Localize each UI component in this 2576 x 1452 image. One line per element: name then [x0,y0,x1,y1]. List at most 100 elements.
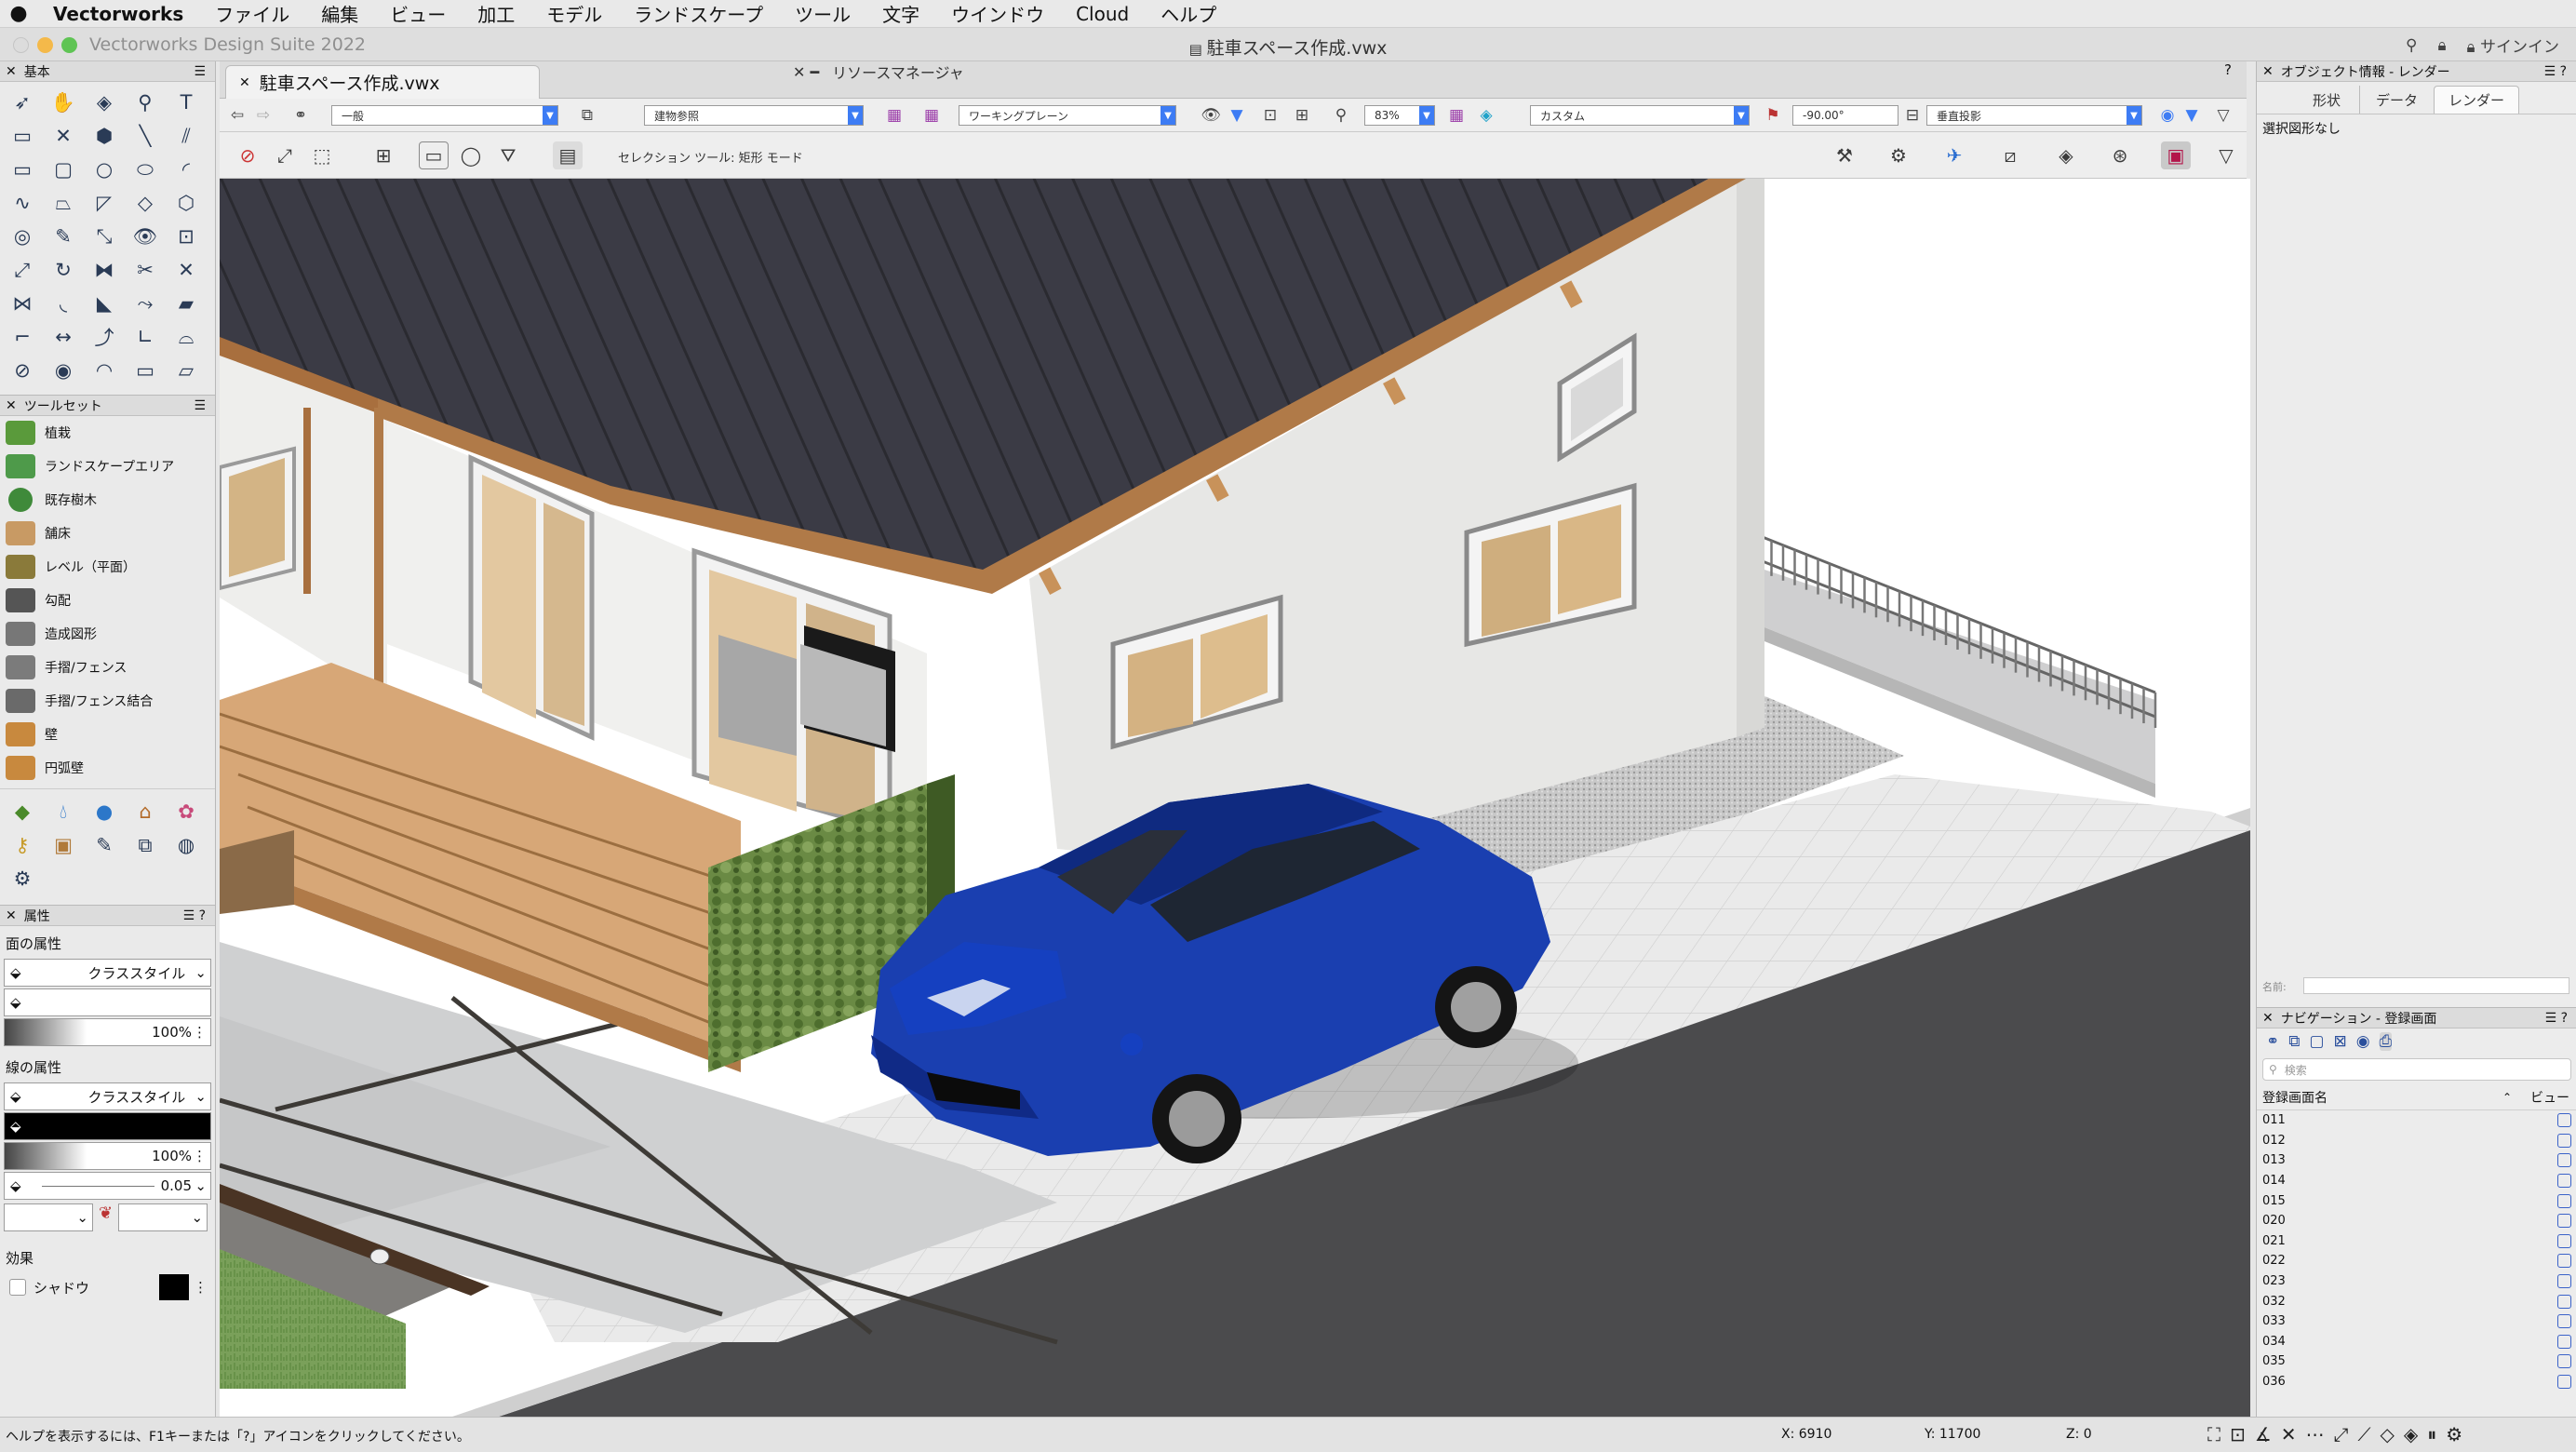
pan-tool-icon[interactable]: ✋ [43,86,84,119]
key-icon[interactable]: ⚷ [2,828,43,862]
visibility-menu-icon[interactable]: ▼ [1225,104,1249,127]
selection-tool-icon[interactable]: ➶ [2,86,43,119]
double-line-tool-icon[interactable]: ⫽ [166,119,207,153]
tab-shape[interactable]: 形状 [2294,86,2359,114]
saved-views-icon[interactable]: ◉ [2356,1032,2370,1051]
line-style-dropdown[interactable]: ⬙ クラススタイル ⌄ [4,1082,211,1110]
spiral-tool-icon[interactable]: ◎ [2,220,43,253]
list-item[interactable]: 021 [2257,1231,2576,1252]
view-icon[interactable] [2557,1274,2571,1289]
class-dropdown[interactable]: 一般 ▼ [331,105,558,126]
toolset-item[interactable]: 手摺/フェンス結合 [0,684,215,718]
drawing-area[interactable] [220,179,2250,1417]
lasso-mode-icon[interactable]: ◯ [456,141,486,169]
list-item[interactable]: 022 [2257,1251,2576,1271]
text-tool-icon[interactable]: T [166,86,207,119]
forward-icon[interactable]: ⇨ [251,104,275,127]
list-item[interactable]: 020 [2257,1211,2576,1231]
3d-locus-tool-icon[interactable]: ⬢ [84,119,125,153]
snap-intersection-icon[interactable]: ✕ [2281,1423,2297,1445]
freehand-tool-icon[interactable]: ∿ [2,186,43,220]
name-field[interactable] [2303,977,2569,994]
circle-tool-icon[interactable]: ○ [84,153,125,186]
view-icon[interactable] [2557,1153,2571,1168]
close-icon[interactable]: ✕ [2262,64,2274,79]
snap-edge-icon[interactable]: ⟋ [2357,1423,2370,1445]
view-bar-menu-icon[interactable]: ▽ [2211,104,2235,127]
split-tool-icon[interactable]: ✂ [125,253,166,287]
snap-angle-icon[interactable]: ∡ [2255,1423,2272,1445]
visibility-tool-icon[interactable]: 👁︎ [125,220,166,253]
view-icon[interactable] [2557,1193,2571,1208]
sort-ascending-icon[interactable]: ⌃ [2502,1091,2512,1104]
flyover-tool-icon[interactable]: ◈ [84,86,125,119]
list-item[interactable]: 032 [2257,1291,2576,1311]
constraint-icon[interactable]: ⧄ [1995,141,2025,169]
back-icon[interactable]: ⇦ [225,104,249,127]
document-tab[interactable]: ✕ 駐車スペース作成.vwx [225,65,540,99]
fill-opacity-field[interactable]: 100% ⋮ [4,1018,211,1046]
fill-style-dropdown[interactable]: ⬙ クラススタイル ⌄ [4,959,211,987]
tab-render[interactable]: レンダー [2434,86,2519,114]
gear-menu-icon[interactable]: ⚙ [1884,141,1913,169]
menu-cloud[interactable]: Cloud [1060,3,1145,25]
shadow-checkbox[interactable] [9,1279,26,1296]
menu-view[interactable]: ビュー [374,0,462,27]
list-item[interactable]: 012 [2257,1131,2576,1151]
shadow-menu-icon[interactable]: ⋮ [194,1279,208,1296]
rectangle-tool-icon[interactable]: ▭ [2,153,43,186]
attribute-mapping-tool-icon[interactable]: ⤡ [84,220,125,253]
double-polygon-tool-icon[interactable]: ◇ [125,186,166,220]
view-icon[interactable] [2557,1334,2571,1349]
menu-file[interactable]: ファイル [199,0,305,27]
view-icon[interactable] [2557,1133,2571,1148]
settings-icon[interactable]: ⚙ [2,862,43,895]
marker-link-icon[interactable]: ❦ [99,1203,113,1231]
eyedropper-tool-icon[interactable]: ✎ [43,220,84,253]
toolset-item[interactable]: レベル（平面） [0,550,215,584]
close-icon[interactable]: ✕ [6,398,17,413]
render-icon[interactable]: ◍ [166,828,207,862]
plane-mode-alt-icon[interactable]: ▦ [919,104,944,127]
menu-text[interactable]: 文字 [866,0,935,27]
polyline-tool-icon[interactable]: ⏢ [43,186,84,220]
transform-mode-icon[interactable]: ⤢ [270,141,300,169]
polygon-mode-icon[interactable]: ⛛ [493,141,523,169]
snap-distance-icon[interactable]: ⋯ [2305,1423,2324,1445]
list-item[interactable]: 034 [2257,1332,2576,1352]
layers-icon[interactable]: ⧉ [2288,1032,2300,1051]
lock-icon[interactable]: 🔒︎ [2438,36,2447,55]
snap-icon[interactable]: ⚒ [1830,141,1859,169]
light-icon[interactable]: ⚑ [1761,104,1785,127]
layers-icon[interactable]: ⧉ [125,828,166,862]
view-icon[interactable] [2557,1294,2571,1309]
layer-dropdown[interactable]: 建物参照 ▼ [644,105,864,126]
tool-help-icon[interactable]: ⊛ [2105,141,2135,169]
single-object-mode-icon[interactable]: ⊞ [369,141,398,169]
resize-tool-icon[interactable]: ⊡ [166,220,207,253]
menu-modify[interactable]: 加工 [462,0,530,27]
view-icon[interactable] [2557,1233,2571,1248]
arc-tool-icon[interactable]: ◜ [166,153,207,186]
menu-landscape[interactable]: ランドスケープ [618,0,779,27]
view-icon[interactable] [2557,1375,2571,1390]
cursor-settings-icon[interactable]: ✈ [1939,141,1969,169]
menu-window[interactable]: ウインドウ [935,0,1060,27]
class-icon[interactable]: ⚭ [288,104,313,127]
end-marker-dropdown[interactable]: ⌄ [118,1203,208,1231]
toolset-item[interactable]: 壁 [0,718,215,751]
building-icon[interactable]: ⌂ [125,795,166,828]
app-menu[interactable]: Vectorworks [37,3,199,25]
tape-measure-tool-icon[interactable]: ◉ [43,354,84,387]
flyover-menu-icon[interactable]: ▼ [2180,104,2204,127]
start-marker-dropdown[interactable]: ⌄ [4,1203,93,1231]
rounded-rectangle-tool-icon[interactable]: ▢ [43,153,84,186]
mirror-tool-icon[interactable]: ⧓ [84,253,125,287]
locus-tool-icon[interactable]: ✕ [43,119,84,153]
view-dropdown[interactable]: カスタム ▼ [1530,105,1750,126]
fit-view-icon[interactable]: ⊡ [1258,104,1282,127]
rotate-tool-icon[interactable]: ↻ [43,253,84,287]
angle-dimension-tool-icon[interactable]: ∟ [125,320,166,354]
reshape-tool-icon[interactable]: ⤢ [2,253,43,287]
menu-help[interactable]: ヘルプ [1145,0,1232,27]
